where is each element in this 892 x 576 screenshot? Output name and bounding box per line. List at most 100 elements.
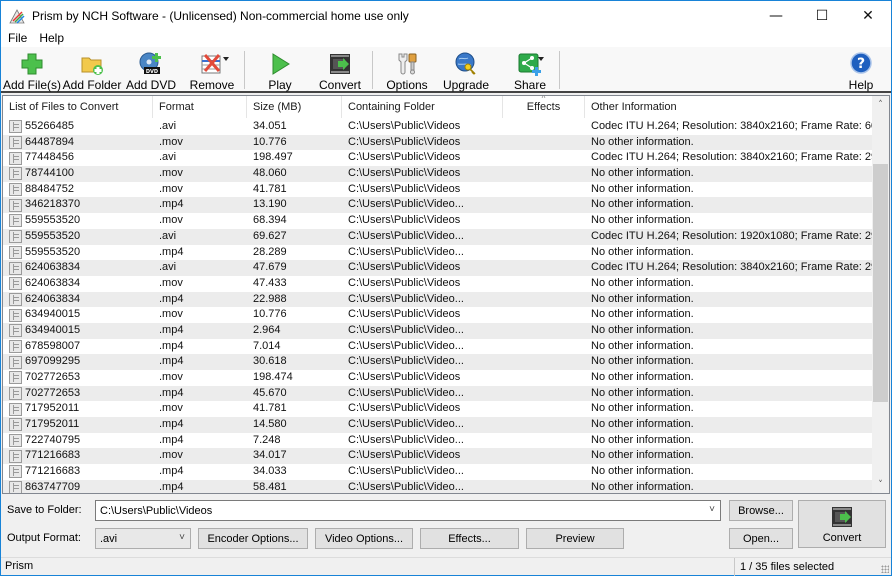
file-list-row[interactable]: 722740795 .mp4 7.248 C:\Users\Public\Video.…	[3, 433, 873, 449]
maximize-button[interactable]: ☐	[799, 1, 845, 31]
scroll-up-button[interactable]: ˄	[872, 96, 889, 113]
column-header-format[interactable]: Format	[153, 96, 247, 118]
file-name: 634940015	[25, 308, 81, 321]
video-file-icon	[9, 402, 22, 416]
cell-name: 624063834	[3, 292, 153, 308]
menu-help[interactable]: Help	[33, 31, 70, 45]
cell-size: 69.627	[253, 229, 287, 242]
remove-dropdown-arrow-icon[interactable]	[223, 57, 229, 61]
file-list-row[interactable]: 624063834 .mov 47.433 C:\Users\Public\Video…	[3, 276, 873, 292]
add-folder-button[interactable]: Add Folder	[63, 47, 121, 92]
add-files-button[interactable]: Add File(s)	[3, 47, 61, 92]
file-list-row[interactable]: 346218370 .mp4 13.190 C:\Users\Public\Video…	[3, 197, 873, 214]
vertical-scrollbar[interactable]: ˄ ˅	[872, 96, 889, 493]
output-format-label: Output Format:	[7, 532, 81, 544]
cell-effects	[503, 276, 585, 292]
play-label: Play	[268, 78, 292, 92]
output-format-select[interactable]: .avi ˅	[95, 528, 191, 549]
column-header-file[interactable]: List of Files to Convert	[3, 96, 153, 118]
chevron-down-icon[interactable]: ˅	[709, 504, 715, 515]
scroll-down-button[interactable]: ˅	[872, 476, 889, 493]
open-button[interactable]: Open...	[729, 528, 793, 549]
open-label: Open...	[742, 532, 780, 545]
save-folder-combobox[interactable]: C:\Users\Public\Videos ˅	[95, 500, 721, 521]
file-name: 717952011	[25, 418, 80, 431]
cell-name: 678598007	[3, 339, 153, 355]
preview-button[interactable]: Preview	[526, 528, 624, 549]
convert-toolbar-button[interactable]: Convert	[317, 47, 363, 92]
menu-file[interactable]: File	[1, 31, 33, 45]
file-list-row[interactable]: 559553520 .avi 69.627 C:\Users\Public\Video…	[3, 228, 873, 245]
cell-info: No other information.	[591, 402, 694, 415]
file-list-row[interactable]: 64487894 .mov 10.776 C:\Users\Public\Videos…	[3, 134, 873, 151]
file-name: 88484752	[25, 182, 74, 195]
close-button[interactable]: ✕	[845, 1, 891, 31]
cell-info: No other information.	[591, 308, 694, 321]
file-list-row[interactable]: 702772653 .mp4 45.670 C:\Users\Public\Video…	[3, 385, 873, 402]
file-list-row[interactable]: 559553520 .mp4 28.289 C:\Users\Public\Video…	[3, 245, 873, 261]
video-file-icon	[9, 136, 22, 150]
cell-info: No other information.	[591, 245, 694, 258]
cell-effects	[503, 229, 585, 245]
file-list-row[interactable]: 702772653 .mov 198.474 C:\Users\Public\Vide…	[3, 370, 873, 386]
cell-size: 13.190	[253, 198, 287, 211]
cell-info: No other information.	[591, 167, 694, 180]
help-button[interactable]: ? Help	[845, 47, 877, 92]
effects-button[interactable]: Effects...	[420, 528, 519, 549]
close-icon: ✕	[862, 8, 874, 24]
file-name: 624063834	[25, 292, 81, 305]
cell-size: 2.964	[253, 323, 281, 336]
column-header-folder[interactable]: Containing Folder	[342, 96, 503, 118]
file-list-row[interactable]: 77448456 .avi 198.497 C:\Users\Public\Video…	[3, 150, 873, 166]
cell-folder: C:\Users\Public\Videos	[348, 308, 461, 321]
file-list-row[interactable]: 863747709 .mp4 58.481 C:\Users\Public\Video…	[3, 479, 873, 493]
file-list-row[interactable]: 78744100 .mov 48.060 C:\Users\Public\Videos…	[3, 166, 873, 182]
scrollbar-thumb[interactable]	[873, 164, 888, 402]
cell-folder: C:\Users\Public\Video...	[348, 339, 464, 352]
file-list-row[interactable]: 678598007 .mp4 7.014 C:\Users\Public\Video.…	[3, 339, 873, 355]
file-name: 702772653	[25, 386, 81, 399]
cell-folder: C:\Users\Public\Videos	[348, 135, 461, 148]
file-list-row[interactable]: 634940015 .mp4 2.964 C:\Users\Public\Video.…	[3, 322, 873, 339]
cell-size: 198.497	[253, 151, 293, 164]
file-list-row[interactable]: 634940015 .mov 10.776 C:\Users\Public\Video…	[3, 307, 873, 323]
add-dvd-button[interactable]: DVD Add DVD	[126, 47, 176, 92]
file-list-row[interactable]: 697099295 .mp4 30.618 C:\Users\Public\Video…	[3, 354, 873, 370]
share-button[interactable]: Share	[509, 47, 551, 92]
file-list-row[interactable]: 717952011 .mp4 14.580 C:\Users\Public\Video…	[3, 417, 873, 433]
cell-size: 34.033	[253, 465, 287, 478]
remove-label: Remove	[189, 78, 235, 92]
minimize-button[interactable]: —	[753, 1, 799, 31]
file-list-row[interactable]: 717952011 .mov 41.781 C:\Users\Public\Video…	[3, 401, 873, 417]
encoder-options-button[interactable]: Encoder Options...	[198, 528, 308, 549]
file-list-row[interactable]: 624063834 .mp4 22.988 C:\Users\Public\Video…	[3, 291, 873, 308]
remove-button[interactable]: Remove	[189, 47, 235, 92]
file-list-row[interactable]: 771216683 .mp4 34.033 C:\Users\Public\Video…	[3, 464, 873, 480]
browse-button[interactable]: Browse...	[729, 500, 793, 521]
menu-bar: File Help	[1, 29, 891, 47]
video-file-icon	[9, 324, 22, 338]
file-list-row[interactable]: 624063834 .avi 47.679 C:\Users\Public\Video…	[3, 260, 873, 276]
file-list-row[interactable]: 55266485 .avi 34.051 C:\Users\Public\Videos…	[3, 119, 873, 135]
resize-grip-icon[interactable]	[881, 565, 889, 573]
column-header-effects[interactable]: ^ Effects	[503, 96, 585, 118]
cell-name: 717952011	[3, 417, 153, 433]
file-list-row[interactable]: 559553520 .mov 68.394 C:\Users\Public\Video…	[3, 213, 873, 229]
file-name: 559553520	[25, 214, 81, 227]
play-button[interactable]: Play	[263, 47, 297, 92]
cell-effects	[503, 448, 585, 464]
upgrade-button[interactable]: Upgrade	[443, 47, 489, 92]
cell-folder: C:\Users\Public\Videos	[348, 402, 461, 415]
column-header-other-info[interactable]: Other Information	[585, 96, 873, 118]
file-list[interactable]: List of Files to Convert Format Size (MB…	[2, 95, 890, 494]
app-window: Prism by NCH Software - (Unlicensed) Non…	[0, 0, 892, 576]
file-list-row[interactable]: 771216683 .mov 34.017 C:\Users\Public\Video…	[3, 448, 873, 465]
convert-button[interactable]: Convert	[798, 500, 886, 548]
column-header-size[interactable]: Size (MB)	[247, 96, 342, 118]
video-options-button[interactable]: Video Options...	[315, 528, 413, 549]
column-header-label: Other Information	[591, 101, 677, 113]
file-list-row[interactable]: 88484752 .mov 41.781 C:\Users\Public\Videos…	[3, 182, 873, 198]
cell-effects	[503, 401, 585, 417]
options-button[interactable]: Options	[386, 47, 428, 92]
share-dropdown-arrow-icon[interactable]	[538, 57, 544, 61]
